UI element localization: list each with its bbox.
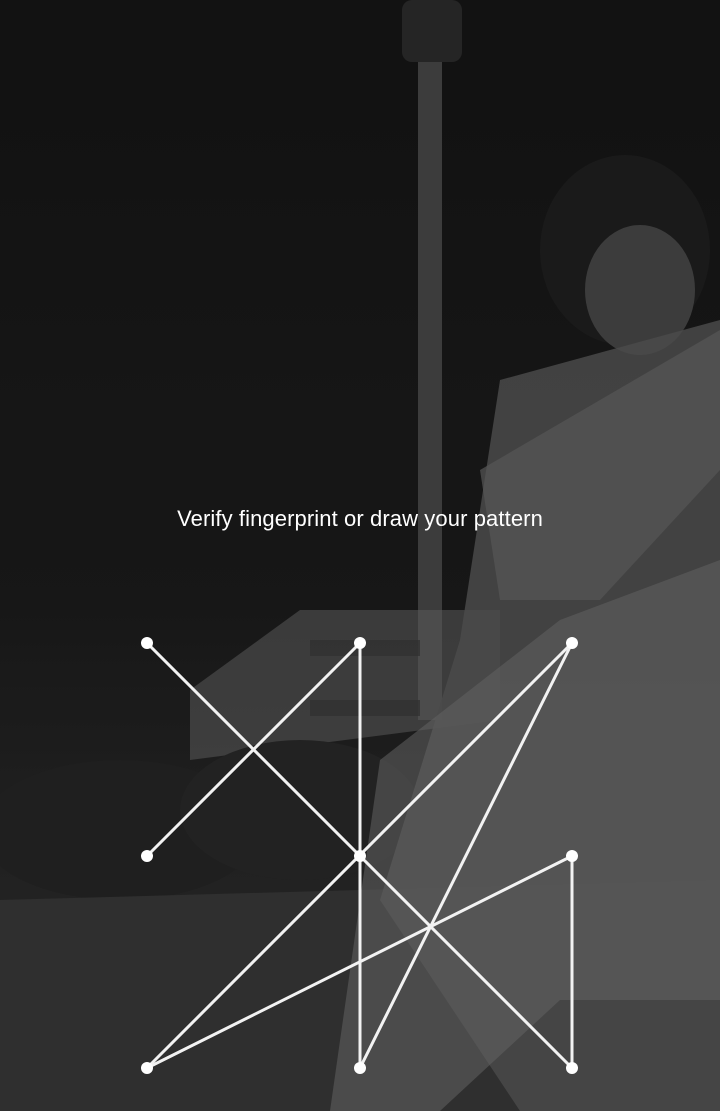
pattern-dot-5[interactable]: [354, 850, 366, 862]
pattern-dot-6[interactable]: [566, 850, 578, 862]
pattern-segment: [358, 854, 574, 1070]
pattern-dot-3[interactable]: [566, 637, 578, 649]
pattern-dot-8[interactable]: [354, 1062, 366, 1074]
pattern-dot-4[interactable]: [141, 850, 153, 862]
pattern-dot-7[interactable]: [141, 1062, 153, 1074]
pattern-dot-2[interactable]: [354, 637, 366, 649]
pattern-segment: [358, 641, 574, 1070]
pattern-dot-9[interactable]: [566, 1062, 578, 1074]
pattern-dot-1[interactable]: [141, 637, 153, 649]
pattern-lock-grid[interactable]: [0, 0, 720, 1111]
